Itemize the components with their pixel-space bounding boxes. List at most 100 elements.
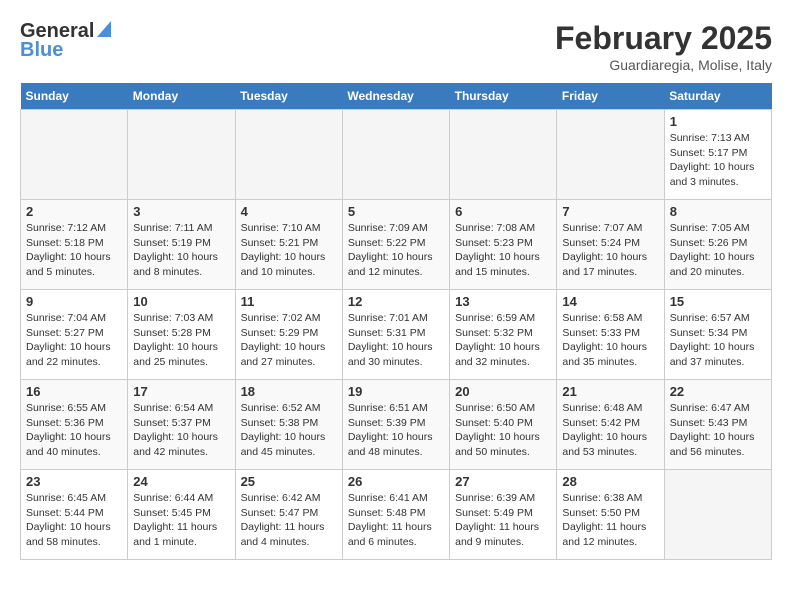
calendar-cell: 11Sunrise: 7:02 AM Sunset: 5:29 PM Dayli… <box>235 290 342 380</box>
calendar-body: 1 Sunrise: 7:13 AM Sunset: 5:17 PM Daylig… <box>21 110 772 560</box>
week-row-0: 1 Sunrise: 7:13 AM Sunset: 5:17 PM Daylig… <box>21 110 772 200</box>
day-info: Sunrise: 7:01 AM Sunset: 5:31 PM Dayligh… <box>348 311 444 370</box>
day-number: 19 <box>348 384 444 399</box>
day-number: 10 <box>133 294 229 309</box>
calendar-table: SundayMondayTuesdayWednesdayThursdayFrid… <box>20 83 772 560</box>
calendar-cell: 13 Sunrise: 6:59 AM Sunset: 5:32 PM Dayli… <box>450 290 557 380</box>
day-info: Sunrise: 6:48 AM Sunset: 5:42 PM Dayligh… <box>562 401 658 460</box>
day-info: Sunrise: 7:04 AM Sunset: 5:27 PM Dayligh… <box>26 311 122 370</box>
calendar-cell: 3 Sunrise: 7:11 AM Sunset: 5:19 PM Daylig… <box>128 200 235 290</box>
day-info: Sunrise: 6:38 AM Sunset: 5:50 PM Dayligh… <box>562 491 658 550</box>
day-number: 3 <box>133 204 229 219</box>
calendar-cell <box>557 110 664 200</box>
day-number: 6 <box>455 204 551 219</box>
day-info: Sunrise: 7:10 AM Sunset: 5:21 PM Dayligh… <box>241 221 337 280</box>
day-number: 21 <box>562 384 658 399</box>
day-info: Sunrise: 6:57 AM Sunset: 5:34 PM Dayligh… <box>670 311 766 370</box>
calendar-cell: 2 Sunrise: 7:12 AM Sunset: 5:18 PM Daylig… <box>21 200 128 290</box>
day-number: 27 <box>455 474 551 489</box>
calendar-cell: 28Sunrise: 6:38 AM Sunset: 5:50 PM Dayli… <box>557 470 664 560</box>
calendar-cell <box>235 110 342 200</box>
calendar-cell: 21 Sunrise: 6:48 AM Sunset: 5:42 PM Dayli… <box>557 380 664 470</box>
calendar-cell: 14 Sunrise: 6:58 AM Sunset: 5:33 PM Dayli… <box>557 290 664 380</box>
day-info: Sunrise: 6:50 AM Sunset: 5:40 PM Dayligh… <box>455 401 551 460</box>
header-friday: Friday <box>557 83 664 110</box>
week-row-2: 9 Sunrise: 7:04 AM Sunset: 5:27 PM Daylig… <box>21 290 772 380</box>
day-number: 16 <box>26 384 122 399</box>
calendar-cell <box>664 470 771 560</box>
calendar-cell: 12 Sunrise: 7:01 AM Sunset: 5:31 PM Dayli… <box>342 290 449 380</box>
day-info: Sunrise: 7:09 AM Sunset: 5:22 PM Dayligh… <box>348 221 444 280</box>
day-number: 8 <box>670 204 766 219</box>
day-number: 13 <box>455 294 551 309</box>
calendar-header: SundayMondayTuesdayWednesdayThursdayFrid… <box>21 83 772 110</box>
day-number: 11 <box>241 294 337 309</box>
day-number: 4 <box>241 204 337 219</box>
calendar-cell: 17 Sunrise: 6:54 AM Sunset: 5:37 PM Dayli… <box>128 380 235 470</box>
logo-blue-text: Blue <box>20 39 63 62</box>
day-number: 18 <box>241 384 337 399</box>
day-number: 20 <box>455 384 551 399</box>
calendar-cell: 1 Sunrise: 7:13 AM Sunset: 5:17 PM Daylig… <box>664 110 771 200</box>
day-info: Sunrise: 6:45 AM Sunset: 5:44 PM Dayligh… <box>26 491 122 550</box>
week-row-1: 2 Sunrise: 7:12 AM Sunset: 5:18 PM Daylig… <box>21 200 772 290</box>
day-info: Sunrise: 7:12 AM Sunset: 5:18 PM Dayligh… <box>26 221 122 280</box>
day-info: Sunrise: 6:39 AM Sunset: 5:49 PM Dayligh… <box>455 491 551 550</box>
day-info: Sunrise: 6:55 AM Sunset: 5:36 PM Dayligh… <box>26 401 122 460</box>
day-info: Sunrise: 6:44 AM Sunset: 5:45 PM Dayligh… <box>133 491 229 550</box>
day-info: Sunrise: 6:42 AM Sunset: 5:47 PM Dayligh… <box>241 491 337 550</box>
calendar-cell: 5 Sunrise: 7:09 AM Sunset: 5:22 PM Daylig… <box>342 200 449 290</box>
header-row: SundayMondayTuesdayWednesdayThursdayFrid… <box>21 83 772 110</box>
calendar-cell <box>450 110 557 200</box>
calendar-cell: 16 Sunrise: 6:55 AM Sunset: 5:36 PM Dayli… <box>21 380 128 470</box>
day-info: Sunrise: 7:03 AM Sunset: 5:28 PM Dayligh… <box>133 311 229 370</box>
day-info: Sunrise: 6:51 AM Sunset: 5:39 PM Dayligh… <box>348 401 444 460</box>
day-info: Sunrise: 6:41 AM Sunset: 5:48 PM Dayligh… <box>348 491 444 550</box>
calendar-cell: 6Sunrise: 7:08 AM Sunset: 5:23 PM Daylig… <box>450 200 557 290</box>
page-header: General Blue February 2025 Guardiaregia,… <box>20 20 772 73</box>
day-number: 9 <box>26 294 122 309</box>
day-number: 14 <box>562 294 658 309</box>
day-info: Sunrise: 6:47 AM Sunset: 5:43 PM Dayligh… <box>670 401 766 460</box>
day-info: Sunrise: 6:59 AM Sunset: 5:32 PM Dayligh… <box>455 311 551 370</box>
day-number: 17 <box>133 384 229 399</box>
header-saturday: Saturday <box>664 83 771 110</box>
logo-arrow-icon <box>97 21 111 42</box>
calendar-cell: 23Sunrise: 6:45 AM Sunset: 5:44 PM Dayli… <box>21 470 128 560</box>
calendar-cell: 24 Sunrise: 6:44 AM Sunset: 5:45 PM Dayli… <box>128 470 235 560</box>
calendar-cell: 8Sunrise: 7:05 AM Sunset: 5:26 PM Daylig… <box>664 200 771 290</box>
calendar-cell <box>128 110 235 200</box>
calendar-cell: 18 Sunrise: 6:52 AM Sunset: 5:38 PM Dayli… <box>235 380 342 470</box>
day-number: 26 <box>348 474 444 489</box>
day-info: Sunrise: 6:54 AM Sunset: 5:37 PM Dayligh… <box>133 401 229 460</box>
day-number: 24 <box>133 474 229 489</box>
day-info: Sunrise: 7:11 AM Sunset: 5:19 PM Dayligh… <box>133 221 229 280</box>
day-number: 22 <box>670 384 766 399</box>
day-number: 2 <box>26 204 122 219</box>
header-wednesday: Wednesday <box>342 83 449 110</box>
day-number: 7 <box>562 204 658 219</box>
day-info: Sunrise: 7:13 AM Sunset: 5:17 PM Dayligh… <box>670 131 766 190</box>
calendar-cell <box>21 110 128 200</box>
calendar-cell: 15Sunrise: 6:57 AM Sunset: 5:34 PM Dayli… <box>664 290 771 380</box>
day-number: 12 <box>348 294 444 309</box>
day-number: 1 <box>670 114 766 129</box>
calendar-cell: 20 Sunrise: 6:50 AM Sunset: 5:40 PM Dayli… <box>450 380 557 470</box>
calendar-cell: 19 Sunrise: 6:51 AM Sunset: 5:39 PM Dayli… <box>342 380 449 470</box>
header-monday: Monday <box>128 83 235 110</box>
calendar-cell: 10 Sunrise: 7:03 AM Sunset: 5:28 PM Dayli… <box>128 290 235 380</box>
day-number: 5 <box>348 204 444 219</box>
day-info: Sunrise: 7:07 AM Sunset: 5:24 PM Dayligh… <box>562 221 658 280</box>
logo: General Blue <box>20 20 111 62</box>
day-info: Sunrise: 6:52 AM Sunset: 5:38 PM Dayligh… <box>241 401 337 460</box>
day-info: Sunrise: 6:58 AM Sunset: 5:33 PM Dayligh… <box>562 311 658 370</box>
day-number: 25 <box>241 474 337 489</box>
calendar-cell: 25 Sunrise: 6:42 AM Sunset: 5:47 PM Dayli… <box>235 470 342 560</box>
calendar-cell: 7 Sunrise: 7:07 AM Sunset: 5:24 PM Daylig… <box>557 200 664 290</box>
calendar-cell: 9 Sunrise: 7:04 AM Sunset: 5:27 PM Daylig… <box>21 290 128 380</box>
calendar-cell: 4 Sunrise: 7:10 AM Sunset: 5:21 PM Daylig… <box>235 200 342 290</box>
month-title: February 2025 <box>555 20 772 57</box>
calendar-cell <box>342 110 449 200</box>
week-row-3: 16 Sunrise: 6:55 AM Sunset: 5:36 PM Dayli… <box>21 380 772 470</box>
title-block: February 2025 Guardiaregia, Molise, Ital… <box>555 20 772 73</box>
